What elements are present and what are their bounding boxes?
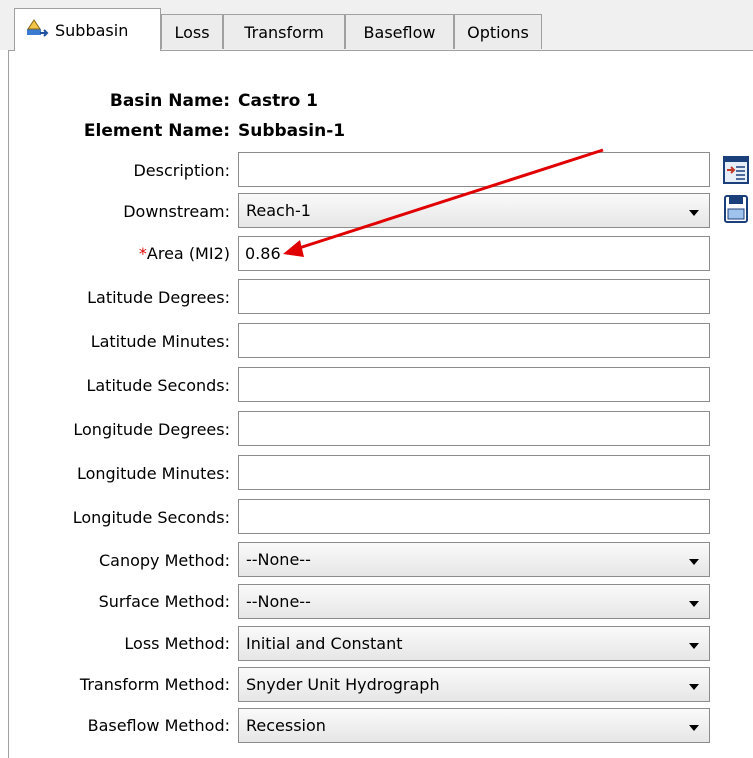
chevron-down-icon	[689, 684, 699, 690]
longitude-degrees-field[interactable]	[238, 411, 710, 446]
description-editor-icon	[723, 156, 749, 184]
canopy-method-value: --None--	[246, 550, 311, 569]
longitude-minutes-label: Longitude Minutes:	[76, 464, 230, 483]
tab-baseflow-label: Baseflow	[363, 22, 436, 42]
tab-loss-label: Loss	[174, 22, 210, 42]
description-field[interactable]	[238, 152, 710, 187]
tab-transform[interactable]: Transform	[223, 14, 345, 49]
latitude-minutes-label: Latitude Minutes:	[90, 332, 230, 351]
longitude-minutes-field[interactable]	[238, 455, 710, 490]
surface-method-value: --None--	[246, 592, 311, 611]
downstream-label: Downstream:	[123, 202, 230, 221]
tab-options-label: Options	[467, 22, 529, 42]
longitude-degrees-label: Longitude Degrees:	[73, 420, 230, 439]
baseflow-method-label: Baseflow Method:	[87, 716, 230, 735]
downstream-select-icon	[724, 195, 748, 223]
tab-subbasin[interactable]: Subbasin	[14, 8, 161, 51]
downstream-value: Reach-1	[246, 201, 311, 220]
element-name-label: Element Name:	[83, 121, 230, 141]
chevron-down-icon	[689, 210, 699, 216]
longitude-seconds-label: Longitude Seconds:	[72, 508, 230, 527]
element-name-value: Subbasin-1	[238, 121, 346, 141]
latitude-seconds-label: Latitude Seconds:	[86, 376, 230, 395]
basin-name-label: Basin Name:	[109, 91, 230, 111]
latitude-seconds-field[interactable]	[238, 367, 710, 402]
loss-method-value: Initial and Constant	[246, 634, 403, 653]
chevron-down-icon	[689, 559, 699, 565]
downstream-select[interactable]: Reach-1	[238, 193, 710, 228]
canopy-method-label: Canopy Method:	[98, 551, 230, 570]
area-label: *Area (MI2)	[9, 244, 230, 263]
loss-method-select[interactable]: Initial and Constant	[238, 626, 710, 661]
basin-name-value: Castro 1	[238, 91, 319, 111]
latitude-degrees-label: Latitude Degrees:	[87, 288, 230, 307]
transform-method-select[interactable]: Snyder Unit Hydrograph	[238, 667, 710, 702]
transform-method-label: Transform Method:	[79, 675, 230, 694]
chevron-down-icon	[689, 601, 699, 607]
surface-method-select[interactable]: --None--	[238, 584, 710, 619]
subbasin-icon	[25, 17, 49, 43]
subbasin-panel: Basin Name: Castro 1 Element Name: Subba…	[8, 50, 753, 758]
latitude-minutes-field[interactable]	[238, 323, 710, 358]
tab-subbasin-label: Subbasin	[55, 20, 129, 40]
chevron-down-icon	[689, 725, 699, 731]
tab-options[interactable]: Options	[454, 14, 542, 49]
longitude-seconds-field[interactable]	[238, 499, 710, 534]
transform-method-value: Snyder Unit Hydrograph	[246, 675, 440, 694]
tab-transform-label: Transform	[244, 22, 324, 42]
chevron-down-icon	[689, 643, 699, 649]
baseflow-method-value: Recession	[246, 716, 326, 735]
canopy-method-select[interactable]: --None--	[238, 542, 710, 577]
area-label-text: Area (MI2)	[146, 244, 230, 263]
loss-method-label: Loss Method:	[124, 634, 230, 653]
tab-bar: Subbasin Loss Transform Baseflow Options	[0, 0, 753, 51]
baseflow-method-select[interactable]: Recession	[238, 708, 710, 743]
tab-loss[interactable]: Loss	[161, 14, 223, 49]
surface-method-label: Surface Method:	[98, 592, 230, 611]
description-editor-button[interactable]	[722, 155, 750, 185]
area-field[interactable]	[238, 236, 710, 271]
description-label: Description:	[133, 161, 230, 180]
required-marker: *	[138, 244, 147, 263]
tab-baseflow[interactable]: Baseflow	[345, 14, 454, 49]
downstream-select-button[interactable]	[722, 194, 750, 224]
latitude-degrees-field[interactable]	[238, 279, 710, 314]
